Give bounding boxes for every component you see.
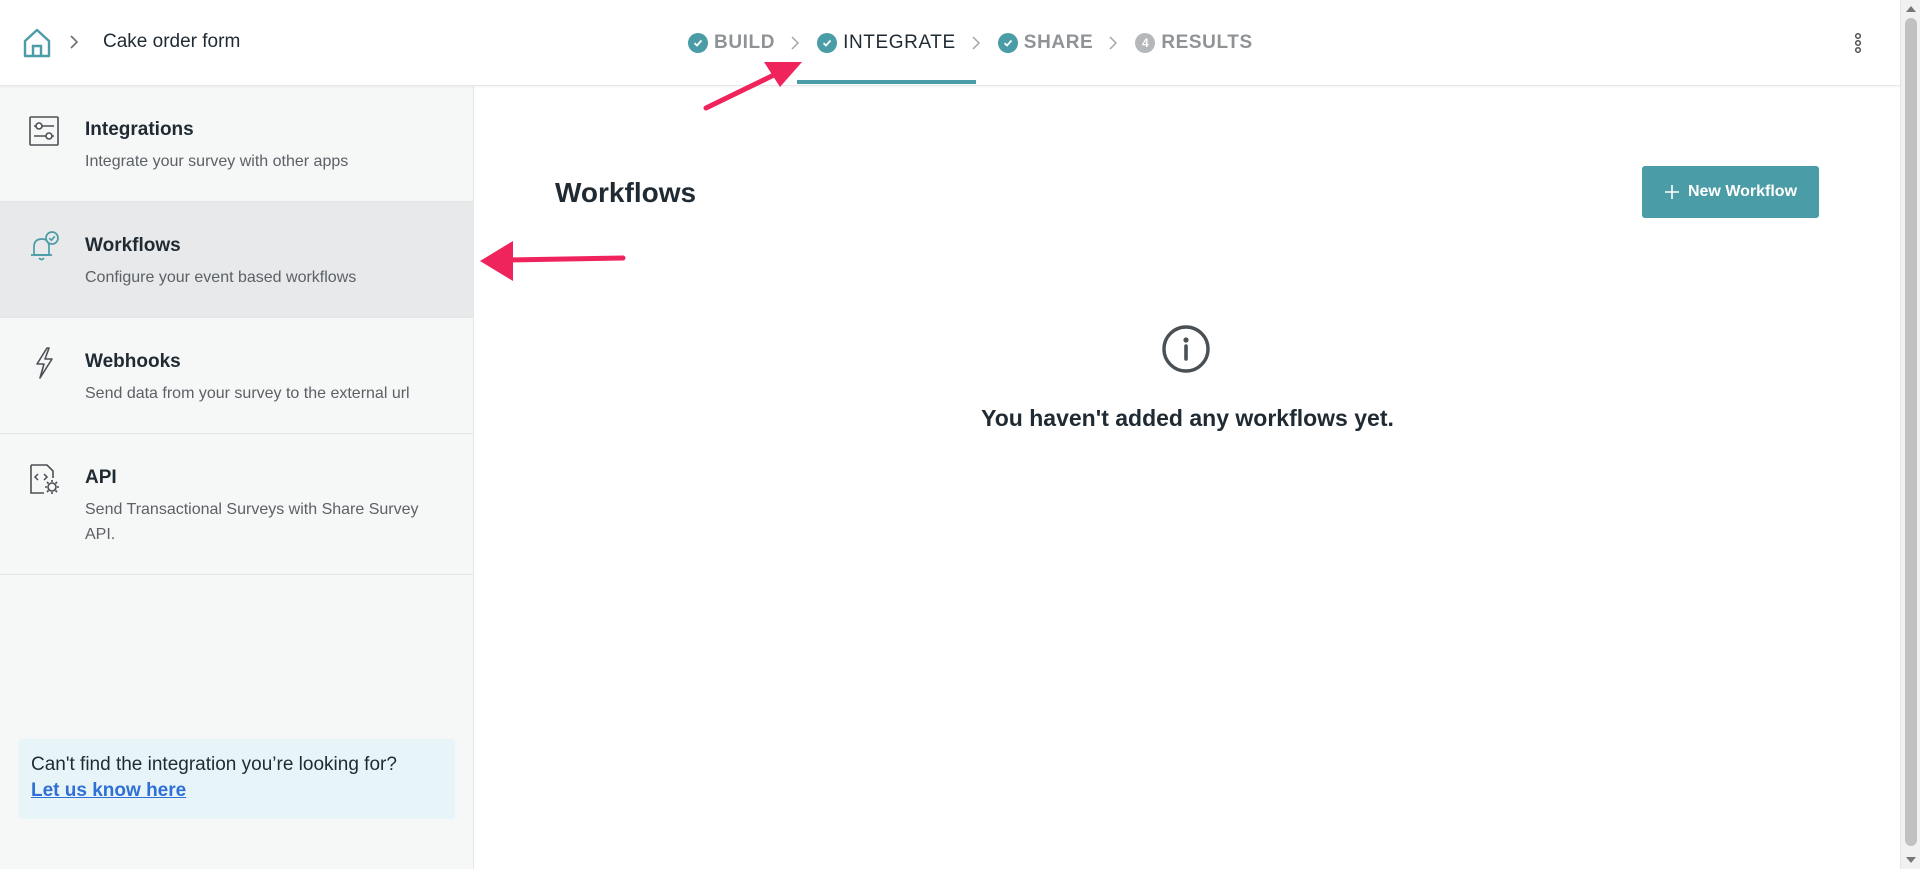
step-label: INTEGRATE bbox=[843, 32, 956, 53]
sidebar-item-title: Workflows bbox=[85, 235, 181, 256]
sidebar-item-integrations[interactable]: Integrations Integrate your survey with … bbox=[0, 86, 473, 202]
step-label: SHARE bbox=[1023, 32, 1094, 53]
bell-check-icon bbox=[31, 231, 59, 261]
sidebar-item-workflows[interactable]: Workflows Configure your event based wor… bbox=[0, 202, 473, 318]
page-title: Workflows bbox=[555, 177, 697, 208]
help-link[interactable]: Let us know here bbox=[31, 780, 186, 802]
vertical-scrollbar[interactable] bbox=[1900, 0, 1920, 869]
scroll-down-arrow-icon[interactable] bbox=[1906, 857, 1916, 863]
sidebar-item-title: API bbox=[85, 467, 117, 488]
form-title: Cake order form bbox=[103, 31, 241, 52]
lightning-icon bbox=[36, 347, 53, 379]
code-gear-icon bbox=[30, 464, 59, 494]
sidebar-item-api[interactable]: API Send Transactional Surveys with Shar… bbox=[0, 434, 473, 575]
breadcrumb-chevron-icon bbox=[70, 35, 79, 49]
step-share[interactable]: SHARE bbox=[997, 0, 1094, 86]
step-number-badge: 4 bbox=[1135, 33, 1156, 53]
step-results[interactable]: 4 RESULTS bbox=[1135, 0, 1252, 86]
sliders-icon bbox=[29, 116, 59, 146]
top-bar: Cake order form BUILD INTEGRATE SHARE 4 … bbox=[0, 0, 1900, 86]
step-navigation: BUILD INTEGRATE SHARE 4 RESULTS bbox=[688, 0, 1253, 86]
info-icon bbox=[1162, 325, 1210, 373]
help-text: Can't find the integration you’re lookin… bbox=[31, 754, 397, 775]
check-circle-icon bbox=[817, 33, 838, 53]
help-box: Can't find the integration you’re lookin… bbox=[19, 739, 455, 819]
sidebar-item-title: Webhooks bbox=[85, 351, 181, 372]
scroll-thumb[interactable] bbox=[1905, 18, 1917, 846]
home-icon[interactable] bbox=[20, 26, 54, 60]
more-options-icon[interactable] bbox=[1850, 30, 1866, 56]
plus-icon bbox=[1664, 185, 1679, 199]
new-workflow-button[interactable]: New Workflow bbox=[1642, 166, 1819, 218]
new-workflow-label: New Workflow bbox=[1687, 183, 1798, 200]
scroll-up-arrow-icon[interactable] bbox=[1906, 6, 1916, 12]
chevron-right-icon bbox=[791, 36, 800, 50]
step-label: RESULTS bbox=[1161, 32, 1253, 53]
step-build[interactable]: BUILD bbox=[688, 0, 775, 86]
main-content: Workflows New Workflow You haven't added… bbox=[475, 86, 1900, 869]
chevron-right-icon bbox=[972, 36, 980, 50]
check-circle-icon bbox=[997, 33, 1018, 53]
chevron-right-icon bbox=[1109, 36, 1118, 50]
sidebar: Integrations Integrate your survey with … bbox=[0, 86, 474, 869]
sidebar-item-title: Integrations bbox=[85, 119, 194, 140]
sidebar-item-description: Configure your event based workflows bbox=[85, 269, 357, 286]
empty-state-message: You haven't added any workflows yet. bbox=[981, 405, 1394, 431]
sidebar-item-description: Integrate your survey with other apps bbox=[85, 153, 349, 170]
check-circle-icon bbox=[688, 33, 708, 53]
sidebar-item-description: Send data from your survey to the extern… bbox=[85, 385, 410, 402]
sidebar-item-webhooks[interactable]: Webhooks Send data from your survey to t… bbox=[0, 318, 473, 434]
step-label: BUILD bbox=[714, 32, 776, 53]
sidebar-item-description: Send Transactional Surveys with Share Su… bbox=[85, 501, 419, 543]
step-integrate[interactable]: INTEGRATE bbox=[797, 0, 976, 86]
